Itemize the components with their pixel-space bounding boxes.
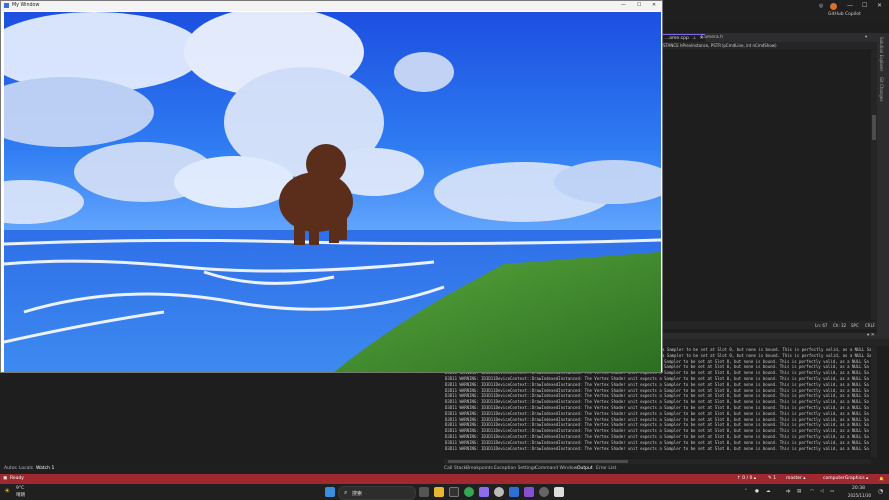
rendered-scene bbox=[4, 12, 661, 372]
visual-studio-icon[interactable] bbox=[524, 487, 534, 497]
tab-overflow-icon[interactable]: ▾ bbox=[863, 34, 869, 41]
bottom-tool-tabs: Autos Locals Watch 1 Call Stack Breakpoi… bbox=[0, 464, 889, 474]
tab-call-stack[interactable]: Call Stack bbox=[444, 464, 466, 474]
input-language[interactable]: 中 bbox=[786, 489, 791, 495]
tab-error-list[interactable]: Error List bbox=[596, 464, 616, 474]
game-window-title: My Window bbox=[12, 3, 40, 8]
clock-time[interactable]: 20:38 bbox=[852, 486, 865, 491]
tab-label: Camera.h bbox=[701, 35, 723, 40]
chrome-icon[interactable] bbox=[464, 487, 474, 497]
output-line: D3D11 WARNING: ID3D11DeviceContext::Draw… bbox=[445, 410, 869, 416]
status-icon: ▣ bbox=[3, 476, 8, 481]
line-ending-indicator[interactable]: CRLF bbox=[865, 323, 875, 328]
copilot-button[interactable]: GitHub Copilot bbox=[828, 12, 861, 17]
task-view-icon[interactable] bbox=[419, 487, 429, 497]
app-icon-3[interactable] bbox=[509, 487, 519, 497]
app-icon-1[interactable] bbox=[449, 487, 459, 497]
volume-icon[interactable]: ◁ bbox=[820, 489, 823, 494]
tray-ime-icon[interactable]: ▤ bbox=[797, 489, 801, 494]
output-line: D3D11 WARNING: ID3D11DeviceContext::Draw… bbox=[445, 404, 869, 410]
status-ready: Ready bbox=[10, 476, 24, 481]
solution-explorer-tab[interactable]: Solution Explorer bbox=[879, 37, 884, 71]
taskbar-search[interactable]: ⌕ 搜索 bbox=[338, 486, 416, 500]
tray-cloud-icon[interactable]: ☁ bbox=[766, 489, 771, 494]
tab-watch-1[interactable]: Watch 1 bbox=[36, 464, 54, 474]
line-indicator[interactable]: Ln: 67 bbox=[815, 323, 827, 328]
game-minimize-icon[interactable]: — bbox=[621, 1, 626, 11]
app-icon bbox=[4, 3, 9, 8]
clock-date[interactable]: 2025/11/30 bbox=[848, 493, 871, 498]
watch-pane bbox=[0, 372, 440, 464]
tab-exception-settings[interactable]: Exception Settings bbox=[494, 464, 536, 474]
output-horizontal-thumb[interactable] bbox=[448, 460, 628, 463]
close-icon[interactable]: ✕ bbox=[877, 2, 882, 9]
app-icon-4[interactable] bbox=[539, 487, 549, 497]
repository-selector[interactable]: computerGraphics ▴ bbox=[823, 474, 868, 484]
editor-status-bar: Ln: 67 Ch: 32 SPC CRLF bbox=[663, 321, 877, 329]
file-explorer-icon[interactable] bbox=[434, 487, 444, 497]
game-window-taskbar-icon[interactable] bbox=[554, 487, 564, 497]
tab-command-window[interactable]: Command Window bbox=[535, 464, 577, 474]
tray-overflow-icon[interactable]: ⌃ bbox=[744, 489, 748, 494]
vs-title-bar: ◎ — ☐ ✕ bbox=[663, 0, 889, 22]
search-placeholder: 搜索 bbox=[352, 491, 363, 497]
tab-locals[interactable]: Locals bbox=[19, 464, 33, 474]
tab-autos[interactable]: Autos bbox=[4, 464, 17, 474]
side-panel-strip: Solution Explorer Git Changes bbox=[877, 33, 889, 333]
editor-scrollbar[interactable] bbox=[871, 50, 877, 320]
tab-label: ...ame.cpp bbox=[665, 36, 689, 41]
tab-breakpoints[interactable]: Breakpoints bbox=[466, 464, 493, 474]
windows-taskbar: ☀ 9°C 晴朗 ⌕ 搜索 ⌃ ● ☁ 中 ▤ ◠ ◁ ▭ 20:38 2025… bbox=[0, 484, 889, 500]
output-line: D3D11 WARNING: ID3D11DeviceContext::Draw… bbox=[445, 433, 869, 439]
account-avatar[interactable] bbox=[830, 3, 837, 10]
column-indicator[interactable]: Ch: 32 bbox=[833, 323, 846, 328]
notification-bell-icon[interactable]: 🔔 bbox=[879, 474, 884, 484]
weather-temp[interactable]: 9°C bbox=[16, 486, 24, 491]
output-line: D3D11 WARNING: ID3D11DeviceContext::Draw… bbox=[445, 439, 869, 445]
search-icon: ⌕ bbox=[344, 489, 348, 496]
tab-output[interactable]: Output bbox=[577, 464, 593, 474]
editor-tabs: ...ame.cpp ⊥ ✕ Camera.h ▾ bbox=[663, 33, 877, 42]
output-line: D3D11 WARNING: ID3D11DeviceContext::Draw… bbox=[445, 381, 869, 387]
game-window: My Window — ☐ ✕ bbox=[0, 0, 663, 373]
game-title-bar: My Window — ☐ ✕ bbox=[1, 1, 662, 11]
output-line: D3D11 WARNING: ID3D11DeviceContext::Draw… bbox=[445, 375, 869, 381]
whitespace-indicator[interactable]: SPC bbox=[851, 323, 859, 328]
editor-scroll-thumb[interactable] bbox=[872, 115, 876, 140]
minimize-icon[interactable]: — bbox=[847, 2, 853, 9]
notification-icon[interactable]: ◔ bbox=[878, 488, 883, 495]
media-player-icon[interactable] bbox=[494, 487, 504, 497]
branch-selector[interactable]: master ▴ bbox=[786, 474, 806, 484]
copilot-icon[interactable]: ◎ bbox=[819, 3, 823, 9]
git-changes-indicator[interactable]: ↑ 0 / 0 ▴ bbox=[737, 474, 756, 484]
output-toolbar bbox=[663, 339, 889, 346]
weather-desc[interactable]: 晴朗 bbox=[16, 492, 25, 498]
pin-icon[interactable]: ⊥ bbox=[692, 36, 696, 41]
game-maximize-icon[interactable]: ☐ bbox=[637, 1, 641, 11]
output-line: D3D11 WARNING: ID3D11DeviceContext::Draw… bbox=[445, 445, 869, 451]
function-signature: STANCE hPrevInstance, PSTR lpCmdLine, in… bbox=[663, 42, 877, 49]
output-scrollbar[interactable] bbox=[871, 347, 877, 457]
wifi-icon[interactable]: ◠ bbox=[810, 489, 814, 494]
output-header-controls[interactable]: ▾ ✕ bbox=[867, 333, 874, 338]
maximize-icon[interactable]: ☐ bbox=[862, 2, 867, 9]
pending-edits-indicator[interactable]: ✎ 1 bbox=[768, 474, 776, 484]
battery-icon[interactable]: ▭ bbox=[830, 489, 834, 494]
weather-icon[interactable]: ☀ bbox=[4, 487, 10, 495]
start-icon[interactable] bbox=[325, 487, 335, 497]
git-changes-tab[interactable]: Git Changes bbox=[879, 77, 884, 101]
render-viewport[interactable] bbox=[4, 12, 661, 372]
vs-status-bar: ▣ Ready ↑ 0 / 0 ▴ ✎ 1 master ▴ computerG… bbox=[0, 474, 889, 484]
tab-camera-h[interactable]: Camera.h bbox=[699, 34, 725, 41]
app-icon-2[interactable] bbox=[479, 487, 489, 497]
tray-app-icon[interactable]: ● bbox=[755, 489, 759, 494]
game-close-icon[interactable]: ✕ bbox=[652, 1, 656, 11]
